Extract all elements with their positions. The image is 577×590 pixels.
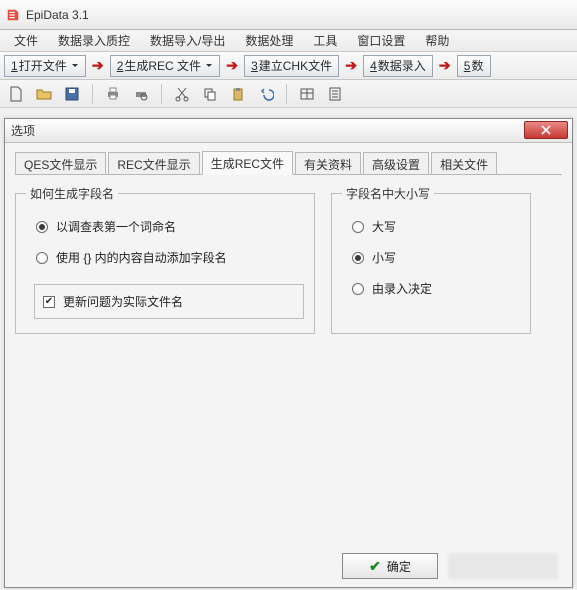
menu-tools[interactable]: 工具 xyxy=(313,32,337,49)
app-icon xyxy=(6,8,20,22)
menu-window[interactable]: 窗口设置 xyxy=(357,32,405,49)
separator xyxy=(161,84,162,104)
radio-label: 由录入决定 xyxy=(372,280,432,297)
step-data-entry[interactable]: 4数据录入 xyxy=(363,55,433,77)
radio-uppercase[interactable]: 大写 xyxy=(352,218,516,235)
radio-braces-content[interactable]: 使用 {} 内的内容自动添加字段名 xyxy=(36,249,300,266)
cut-icon[interactable] xyxy=(170,83,194,105)
group-fieldname-case: 字段名中大小写 大写 小写 由录入决定 xyxy=(331,193,531,334)
caret-down-icon xyxy=(205,62,213,70)
icon-toolbar xyxy=(0,80,577,108)
radio-label: 小写 xyxy=(372,249,396,266)
step-5[interactable]: 5数 xyxy=(457,55,491,77)
separator xyxy=(286,84,287,104)
dialog-tabs: QES文件显示 REC文件显示 生成REC文件 有关资料 高级设置 相关文件 xyxy=(15,151,562,175)
dialog-footer: ✔ 确定 xyxy=(342,553,558,579)
app-titlebar: EpiData 3.1 xyxy=(0,0,577,30)
ok-button-label: 确定 xyxy=(387,558,411,575)
separator xyxy=(92,84,93,104)
step-create-chk[interactable]: 3建立CHK文件 xyxy=(244,55,339,77)
dialog-titlebar: 选项 xyxy=(5,119,572,143)
tab-related-files[interactable]: 相关文件 xyxy=(431,152,497,174)
radio-icon xyxy=(36,221,48,233)
options-dialog: 选项 QES文件显示 REC文件显示 生成REC文件 有关资料 高级设置 相关文… xyxy=(4,118,573,588)
radio-first-word[interactable]: 以调查表第一个词命名 xyxy=(36,218,300,235)
print-icon[interactable] xyxy=(101,83,125,105)
step-create-rec[interactable]: 2生成REC 文件 xyxy=(110,55,220,77)
radio-icon xyxy=(352,221,364,233)
dialog-body: QES文件显示 REC文件显示 生成REC文件 有关资料 高级设置 相关文件 如… xyxy=(5,143,572,587)
open-folder-icon[interactable] xyxy=(32,83,56,105)
menu-process[interactable]: 数据处理 xyxy=(245,32,293,49)
arrow-icon: ➔ xyxy=(437,58,453,74)
group-legend: 字段名中大小写 xyxy=(342,185,434,202)
menu-file[interactable]: 文件 xyxy=(14,32,38,49)
close-icon xyxy=(541,125,551,135)
check-icon: ✔ xyxy=(369,558,381,575)
checkbox-label: 更新问题为实际文件名 xyxy=(63,293,183,310)
checkbox-icon xyxy=(43,296,55,308)
app-title: EpiData 3.1 xyxy=(26,8,89,22)
radio-lowercase[interactable]: 小写 xyxy=(352,249,516,266)
menu-help[interactable]: 帮助 xyxy=(425,32,449,49)
radio-icon xyxy=(352,252,364,264)
save-icon[interactable] xyxy=(60,83,84,105)
table-icon[interactable] xyxy=(295,83,319,105)
menu-import-export[interactable]: 数据导入/导出 xyxy=(150,32,225,49)
step-open-file[interactable]: 1打开文件 xyxy=(4,55,86,77)
print-preview-icon[interactable] xyxy=(129,83,153,105)
radio-icon xyxy=(36,252,48,264)
menubar: 文件 数据录入质控 数据导入/导出 数据处理 工具 窗口设置 帮助 xyxy=(0,30,577,52)
new-file-icon[interactable] xyxy=(4,83,28,105)
obscured-button xyxy=(448,553,558,579)
step-toolbar: 1打开文件 ➔ 2生成REC 文件 ➔ 3建立CHK文件 ➔ 4数据录入 ➔ 5… xyxy=(0,52,577,80)
group-fieldname-generation: 如何生成字段名 以调查表第一个词命名 使用 {} 内的内容自动添加字段名 更新问… xyxy=(15,193,315,334)
tab-rec-display[interactable]: REC文件显示 xyxy=(108,152,199,174)
tab-create-rec[interactable]: 生成REC文件 xyxy=(202,151,293,175)
tab-related-info[interactable]: 有关资料 xyxy=(295,152,361,174)
radio-label: 大写 xyxy=(372,218,396,235)
form-icon[interactable] xyxy=(323,83,347,105)
checkbox-update-question[interactable]: 更新问题为实际文件名 xyxy=(43,293,297,310)
arrow-icon: ➔ xyxy=(224,58,240,74)
group-legend: 如何生成字段名 xyxy=(26,185,118,202)
radio-label: 以调查表第一个词命名 xyxy=(56,218,176,235)
ok-button[interactable]: ✔ 确定 xyxy=(342,553,438,579)
paste-icon[interactable] xyxy=(226,83,250,105)
caret-down-icon xyxy=(71,62,79,70)
arrow-icon: ➔ xyxy=(90,58,106,74)
copy-icon[interactable] xyxy=(198,83,222,105)
radio-icon xyxy=(352,283,364,295)
tab-advanced[interactable]: 高级设置 xyxy=(363,152,429,174)
dialog-close-button[interactable] xyxy=(524,121,568,139)
radio-label: 使用 {} 内的内容自动添加字段名 xyxy=(56,249,227,266)
tab-qes-display[interactable]: QES文件显示 xyxy=(15,152,106,174)
radio-as-entered[interactable]: 由录入决定 xyxy=(352,280,516,297)
checkbox-container: 更新问题为实际文件名 xyxy=(34,284,304,319)
arrow-icon: ➔ xyxy=(343,58,359,74)
undo-icon[interactable] xyxy=(254,83,278,105)
menu-quality[interactable]: 数据录入质控 xyxy=(58,32,130,49)
dialog-title: 选项 xyxy=(11,122,35,139)
